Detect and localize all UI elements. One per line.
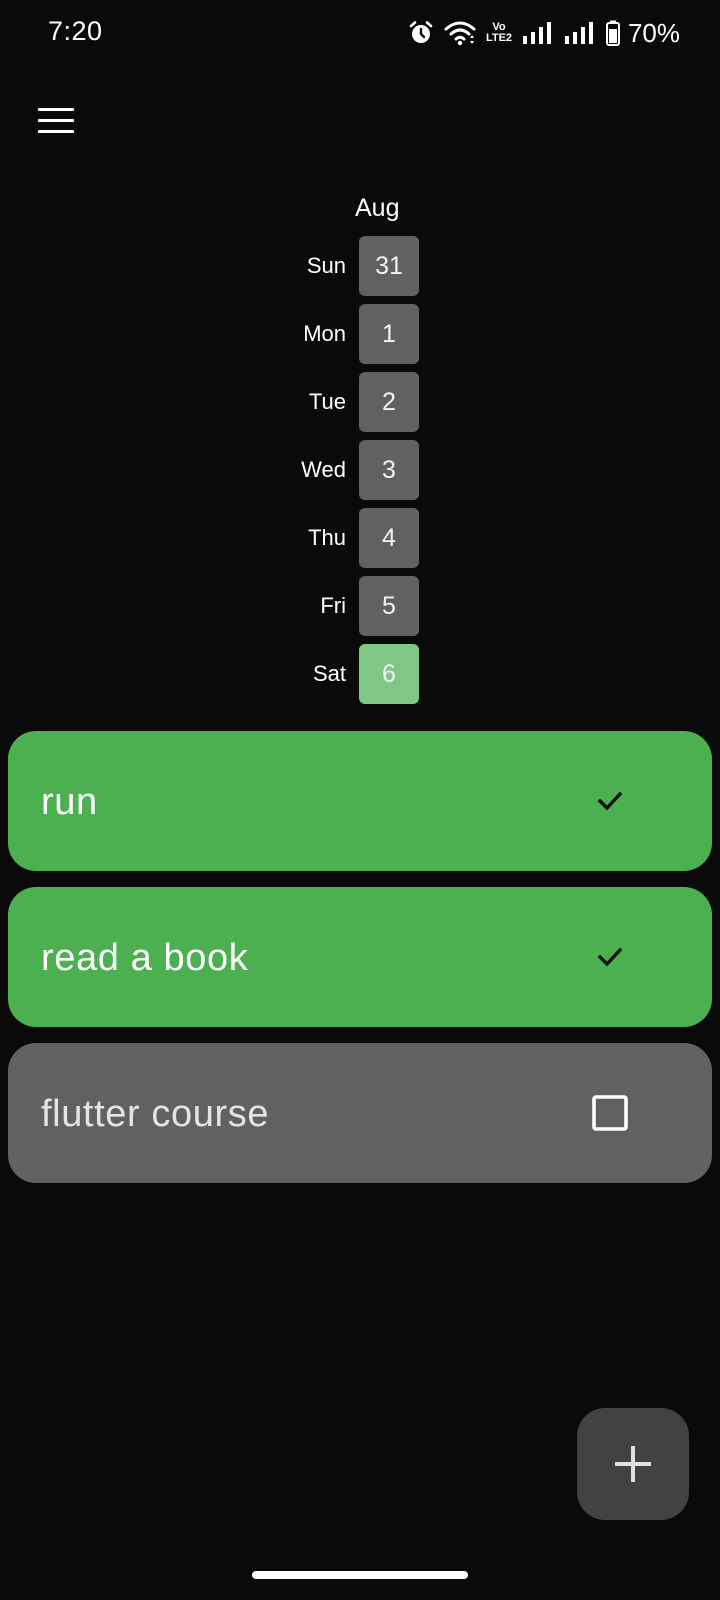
habit-name: read a book <box>41 937 249 979</box>
calendar-day-row: Wed 3 <box>0 440 720 500</box>
calendar-day-name: Fri <box>320 593 346 618</box>
volte-bottom-label: LTE2 <box>485 32 513 44</box>
calendar-day-name: Mon <box>303 321 346 346</box>
status-bar: 7:20 Vo LTE2 70% <box>0 0 720 66</box>
calendar-date[interactable]: 4 <box>359 508 419 568</box>
alarm-icon <box>408 20 434 46</box>
calendar-day-row: Mon 1 <box>0 304 720 364</box>
calendar-month: Aug <box>355 194 400 222</box>
battery-icon <box>605 20 620 46</box>
calendar-date-today[interactable]: 6 <box>359 644 419 704</box>
calendar-day-row: Sun 31 <box>0 236 720 296</box>
calendar-day-row: Thu 4 <box>0 508 720 568</box>
gesture-nav-bar[interactable] <box>252 1571 468 1579</box>
status-icons: Vo LTE2 70% <box>408 16 680 50</box>
calendar-date[interactable]: 3 <box>359 440 419 500</box>
habit-name: flutter course <box>41 1093 270 1135</box>
calendar-day-row: Sat 6 <box>0 644 720 704</box>
wifi-icon <box>444 20 476 46</box>
hamburger-menu-icon[interactable] <box>38 108 74 134</box>
add-habit-button[interactable] <box>577 1408 689 1520</box>
calendar-day-name: Sat <box>312 661 346 686</box>
calendar-day-name: Thu <box>308 525 346 550</box>
calendar-date[interactable]: 31 <box>359 236 419 296</box>
calendar-date[interactable]: 5 <box>359 576 419 636</box>
plus-icon <box>615 1446 651 1482</box>
volte-icon: Vo LTE2 <box>486 22 512 44</box>
habit-tile[interactable]: run <box>8 731 712 871</box>
calendar-day-name: Tue <box>308 389 346 414</box>
habit-tile[interactable]: flutter course <box>8 1043 712 1183</box>
signal-icon <box>522 20 554 46</box>
signal-icon <box>564 20 596 46</box>
calendar-day-name: Sun <box>306 253 346 278</box>
checkmark-icon[interactable] <box>591 782 629 820</box>
habit-tile[interactable]: read a book <box>8 887 712 1027</box>
checkbox-unchecked-icon[interactable] <box>591 1094 629 1132</box>
calendar-day-name: Wed <box>301 457 346 482</box>
battery-percent: 70% <box>627 17 680 48</box>
calendar-day-row: Fri 5 <box>0 576 720 636</box>
habit-name: run <box>41 781 98 823</box>
calendar-date[interactable]: 2 <box>359 372 419 432</box>
status-time: 7:20 <box>48 16 103 46</box>
calendar-day-row: Tue 2 <box>0 372 720 432</box>
checkmark-icon[interactable] <box>591 938 629 976</box>
calendar-date[interactable]: 1 <box>359 304 419 364</box>
